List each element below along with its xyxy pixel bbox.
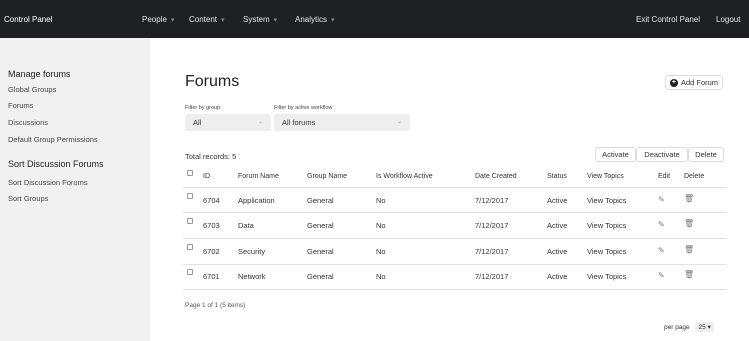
filter-workflow-select[interactable]: All forums ⌄ <box>274 114 410 131</box>
chevron-down-icon: ▾ <box>273 17 278 24</box>
cell-date: 7/12/2017 <box>475 247 509 256</box>
per-page-control: per page 25 ▾ <box>664 322 714 332</box>
nav-content[interactable]: Content ▾ <box>189 15 225 24</box>
col-workflow-active[interactable]: Is Workflow Active <box>376 173 433 180</box>
nav-analytics[interactable]: Analytics ▾ <box>295 15 335 24</box>
row-checkbox[interactable] <box>187 244 193 250</box>
col-edit: Edit <box>658 173 671 180</box>
sidebar-heading-sort-discussion-forums: Sort Discussion Forums <box>8 159 104 169</box>
sidebar-item-global-groups[interactable]: Global Groups <box>8 85 56 94</box>
cell-id: 6702 <box>203 247 220 256</box>
cell-forum-name: Security <box>238 247 266 256</box>
chevron-down-icon: ▾ <box>707 324 711 331</box>
sidebar-item-default-group-permissions[interactable]: Default Group Permissions <box>8 135 98 144</box>
main-content: Forums + Add Forum Filter by group All ⌄… <box>150 38 749 341</box>
logout-link[interactable]: Logout <box>716 15 740 24</box>
edit-icon[interactable]: ✎ <box>658 195 665 204</box>
divider <box>183 264 727 265</box>
cell-status: Active <box>547 196 568 205</box>
cell-forum-name: Application <box>238 196 275 205</box>
sidebar: Manage forums Global Groups Forums Discu… <box>0 38 150 341</box>
trash-icon[interactable]: 🗑 <box>684 245 694 254</box>
divider <box>183 238 727 239</box>
bulk-delete-button[interactable]: Delete <box>688 147 724 162</box>
sidebar-item-discussions[interactable]: Discussions <box>8 118 48 127</box>
row-checkbox[interactable] <box>187 193 193 199</box>
cell-date: 7/12/2017 <box>475 196 509 205</box>
cell-workflow: No <box>376 272 386 281</box>
divider <box>183 212 727 213</box>
cell-workflow: No <box>376 196 386 205</box>
col-date-created[interactable]: Date Created <box>475 173 517 180</box>
activate-button[interactable]: Activate <box>595 147 636 162</box>
chevron-down-icon: ⌄ <box>257 119 263 125</box>
cell-group-name: General <box>307 196 334 205</box>
col-id[interactable]: ID <box>203 173 210 180</box>
view-topics-link[interactable]: View Topics <box>587 272 626 281</box>
sidebar-item-sort-groups[interactable]: Sort Groups <box>8 194 48 203</box>
cell-group-name: General <box>307 247 334 256</box>
row-checkbox[interactable] <box>187 218 193 224</box>
col-status[interactable]: Status <box>547 173 567 180</box>
cell-status: Active <box>547 221 568 230</box>
divider <box>183 187 727 188</box>
per-page-select[interactable]: 25 ▾ <box>695 322 714 332</box>
exit-control-panel-link[interactable]: Exit Control Panel <box>636 15 700 24</box>
edit-icon[interactable]: ✎ <box>658 220 665 229</box>
edit-icon[interactable]: ✎ <box>658 246 665 255</box>
divider <box>183 289 727 290</box>
plus-circle-icon: + <box>669 78 678 87</box>
chevron-down-icon: ▾ <box>331 17 335 24</box>
col-group-name[interactable]: Group Name <box>307 173 347 180</box>
chevron-down-icon: ▾ <box>170 17 175 24</box>
cell-group-name: General <box>307 221 334 230</box>
cell-forum-name: Data <box>238 221 254 230</box>
view-topics-link[interactable]: View Topics <box>587 221 626 230</box>
sidebar-heading-manage-forums: Manage forums <box>8 69 71 79</box>
chevron-down-icon: ▾ <box>221 17 225 24</box>
control-panel-title[interactable]: Control Panel <box>4 15 52 24</box>
total-records: Total records: 5 <box>185 152 237 161</box>
cell-id: 6701 <box>203 272 220 281</box>
cell-workflow: No <box>376 221 386 230</box>
nav-people[interactable]: People ▾ <box>142 15 174 24</box>
col-forum-name[interactable]: Forum Name <box>238 173 279 180</box>
top-nav-bar: Control Panel People ▾ Content ▾ System ▾ A… <box>0 0 749 38</box>
cell-status: Active <box>547 247 568 256</box>
sidebar-item-forums[interactable]: Forums <box>8 101 33 110</box>
cell-date: 7/12/2017 <box>475 221 509 230</box>
col-view-topics: View Topics <box>587 173 624 180</box>
select-all-checkbox[interactable] <box>187 170 193 176</box>
chevron-down-icon: ⌄ <box>396 119 402 125</box>
filter-group-select[interactable]: All ⌄ <box>185 114 271 131</box>
cell-group-name: General <box>307 272 334 281</box>
filter-workflow-label: Filter by active workflow <box>274 105 333 111</box>
cell-date: 7/12/2017 <box>475 272 509 281</box>
deactivate-button[interactable]: Deactivate <box>636 147 688 162</box>
trash-icon[interactable]: 🗑 <box>684 219 694 228</box>
view-topics-link[interactable]: View Topics <box>587 196 626 205</box>
col-delete: Delete <box>684 173 705 180</box>
trash-icon[interactable]: 🗑 <box>684 270 694 279</box>
edit-icon[interactable]: ✎ <box>658 271 665 280</box>
cell-status: Active <box>547 272 568 281</box>
trash-icon[interactable]: 🗑 <box>684 194 694 203</box>
add-forum-button[interactable]: + Add Forum <box>665 75 723 90</box>
cell-id: 6704 <box>203 196 220 205</box>
cell-forum-name: Network <box>238 272 266 281</box>
row-checkbox[interactable] <box>187 269 193 275</box>
cell-workflow: No <box>376 247 386 256</box>
nav-system[interactable]: System ▾ <box>243 15 277 24</box>
filter-group-label: Filter by group <box>185 105 221 111</box>
sidebar-item-sort-discussion-forums[interactable]: Sort Discussion Forums <box>8 178 88 187</box>
pagination-info: Page 1 of 1 (5 items) <box>185 302 246 309</box>
page-title: Forums <box>185 73 240 90</box>
cell-id: 6703 <box>203 221 220 230</box>
view-topics-link[interactable]: View Topics <box>587 247 626 256</box>
